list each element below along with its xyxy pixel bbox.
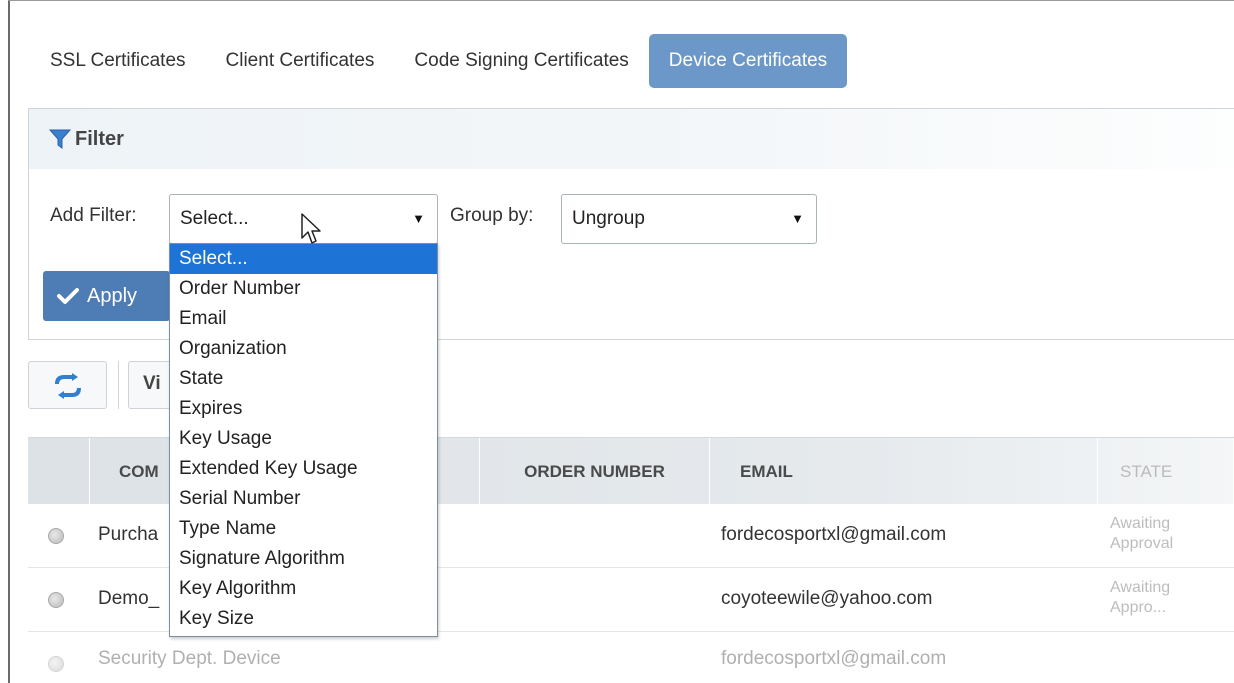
row-state-line2: Approval — [1110, 535, 1174, 552]
dropdown-option-order-number[interactable]: Order Number — [170, 274, 437, 304]
group-by-select[interactable]: Ungroup ▼ — [561, 194, 817, 244]
dropdown-option-key-size[interactable]: Key Size — [170, 604, 437, 634]
group-by-label: Group by: — [450, 205, 534, 226]
tab-code-signing-certificates[interactable]: Code Signing Certificates — [394, 34, 648, 88]
dropdown-option-serial-number[interactable]: Serial Number — [170, 484, 437, 514]
row-state-line2: Appro... — [1110, 599, 1167, 616]
refresh-icon — [55, 373, 81, 399]
window-left-border — [8, 0, 10, 683]
dropdown-option-key-algorithm[interactable]: Key Algorithm — [170, 574, 437, 604]
apply-button-label: Apply — [87, 284, 138, 307]
add-filter-label: Add Filter: — [50, 205, 137, 226]
checkmark-icon — [57, 288, 79, 304]
tab-client-certificates[interactable]: Client Certificates — [206, 34, 395, 88]
dropdown-option-extended-key-usage[interactable]: Extended Key Usage — [170, 454, 437, 484]
dropdown-option-signature-algorithm[interactable]: Signature Algorithm — [170, 544, 437, 574]
dropdown-option-select[interactable]: Select... — [170, 244, 437, 274]
dropdown-option-expires[interactable]: Expires — [170, 394, 437, 424]
row-state: Awaiting Approval — [1110, 514, 1173, 554]
chevron-down-icon: ▼ — [791, 211, 804, 226]
row-email: coyoteewile@yahoo.com — [721, 588, 933, 609]
column-email[interactable]: EMAIL — [710, 438, 1098, 504]
table-row[interactable]: Security Dept. Device fordecosportxl@gma… — [28, 632, 1234, 683]
row-common-name: Security Dept. Device — [98, 648, 281, 669]
dropdown-option-organization[interactable]: Organization — [170, 334, 437, 364]
mouse-cursor-icon — [301, 213, 321, 244]
row-radio-button[interactable] — [48, 656, 64, 672]
group-by-select-value: Ungroup — [572, 208, 645, 229]
row-email: fordecosportxl@gmail.com — [721, 524, 947, 545]
row-radio-button[interactable] — [48, 592, 64, 608]
row-email: fordecosportxl@gmail.com — [721, 648, 947, 669]
tab-device-certificates[interactable]: Device Certificates — [648, 34, 848, 88]
row-state-line1: Awaiting — [1110, 579, 1171, 596]
dropdown-option-state[interactable]: State — [170, 364, 437, 394]
window-top-border — [8, 0, 1234, 1]
toolbar-separator — [118, 361, 119, 409]
add-filter-dropdown-list: Select... Order Number Email Organizatio… — [169, 243, 438, 637]
row-common-name: Demo_ — [98, 588, 160, 609]
chevron-down-icon: ▼ — [412, 211, 425, 226]
column-order-number[interactable]: ORDER NUMBER — [480, 438, 710, 504]
dropdown-option-email[interactable]: Email — [170, 304, 437, 334]
certificate-tabs: SSL Certificates Client Certificates Cod… — [30, 34, 848, 88]
column-state[interactable]: STATE — [1098, 438, 1234, 504]
row-state: Awaiting Appro... — [1110, 578, 1170, 618]
row-radio-button[interactable] — [48, 528, 64, 544]
column-select — [28, 438, 90, 504]
filter-title: Filter — [75, 127, 124, 150]
apply-button[interactable]: Apply — [43, 271, 170, 321]
funnel-icon — [49, 129, 71, 149]
row-common-name: Purcha — [98, 524, 159, 545]
filter-header[interactable]: Filter — [29, 109, 1234, 169]
dropdown-option-type-name[interactable]: Type Name — [170, 514, 437, 544]
refresh-button[interactable] — [28, 361, 107, 409]
row-state-line1: Awaiting — [1110, 515, 1171, 532]
dropdown-option-key-usage[interactable]: Key Usage — [170, 424, 437, 454]
tab-ssl-certificates[interactable]: SSL Certificates — [30, 34, 206, 88]
view-button-label: Vi — [143, 373, 161, 394]
add-filter-select-value: Select... — [180, 208, 249, 229]
